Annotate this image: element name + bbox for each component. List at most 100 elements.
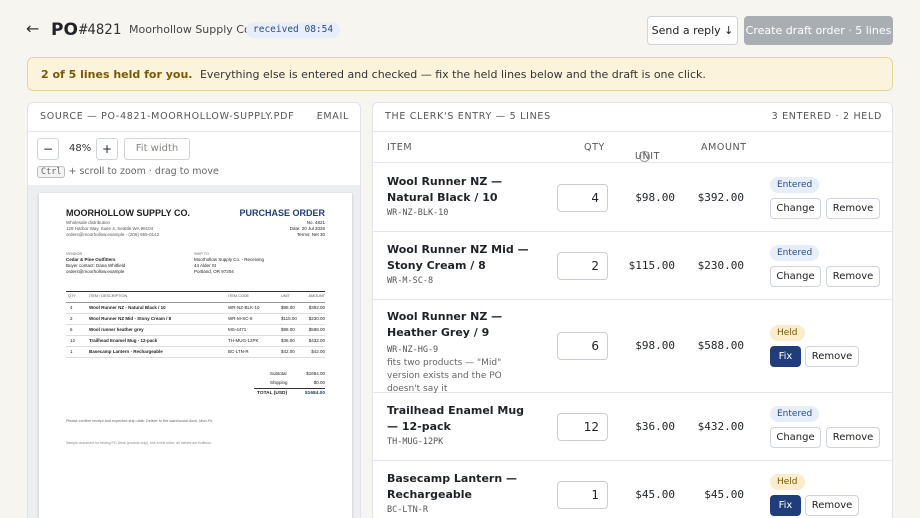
email-tab[interactable]: EMAIL	[317, 103, 349, 131]
pdf-line-item: Wool Runner NZ - Natural Black / 10	[89, 305, 166, 310]
change-button[interactable]: Change	[770, 427, 821, 448]
entry-row: Trailhead Enamel Mug — 12-pack TH-MUG-12P…	[373, 393, 892, 461]
pdf-col-amount: AMOUNT	[308, 294, 325, 298]
remove-button[interactable]: Remove	[805, 495, 859, 516]
remove-button[interactable]: Remove	[805, 346, 859, 367]
pdf-shipto-line: Moorhollow Supply Co. - Receiving	[194, 257, 265, 262]
fix-button[interactable]: Fix	[770, 495, 801, 516]
item-name: Wool Runner NZ — Heather Grey / 9	[387, 310, 503, 339]
source-header: SOURCE — PO-4821-MOORHOLLOW-SUPPLY.PDF E…	[28, 103, 360, 132]
vendor-name: Moorhollow Supply Co.	[129, 23, 255, 36]
source-title: SOURCE — PO-4821-MOORHOLLOW-SUPPLY.PDF	[40, 111, 295, 122]
line-amount: $588.00	[697, 339, 744, 352]
quantity-input[interactable]: 4	[557, 184, 608, 212]
status-badge: Entered	[770, 177, 820, 193]
pdf-po-no: No. 4821	[306, 220, 325, 225]
pdf-line-code: BC-LTN-R	[228, 349, 249, 354]
quantity-input[interactable]: 2	[557, 252, 608, 280]
zoom-hint-text: + scroll to zoom · drag to move	[68, 166, 219, 177]
pdf-rule	[66, 302, 325, 303]
col-item: ITEM	[387, 142, 413, 153]
pdf-total: $1684.00	[304, 391, 325, 396]
pdf-line-item: Basecamp Lantern - Rechargeable	[89, 349, 163, 354]
entry-row: Wool Runner NZ — Natural Black / 10 WR-NZ…	[373, 164, 892, 232]
line-amount: $432.00	[697, 420, 744, 433]
remove-button[interactable]: Remove	[826, 266, 880, 287]
entry-title: THE CLERK'S ENTRY — 5 LINES	[385, 111, 551, 122]
status-badge: Entered	[770, 406, 820, 422]
entry-header: THE CLERK'S ENTRY — 5 LINES 3 ENTERED · …	[373, 103, 892, 132]
send-reply-button[interactable]: Send a reply ↓	[647, 16, 738, 45]
pdf-line-rule	[66, 346, 325, 347]
col-qty: QTY	[584, 142, 605, 153]
pdf-shipto-line: 44 Alder St	[194, 263, 217, 268]
zoom-out-button[interactable]: −	[37, 138, 59, 160]
po-label: PO	[51, 20, 78, 40]
pdf-line-rule	[66, 324, 325, 325]
entry-row: Basecamp Lantern — Rechargeable BC-LTN-R 1…	[373, 461, 892, 518]
pdf-shipping: $0.00	[313, 380, 325, 385]
item-note: fits two products — "Mid" version exists…	[387, 358, 502, 394]
help-icon[interactable]: ?	[639, 151, 650, 162]
entry-row: Wool Runner NZ Mid — Stony Cream / 8 WR-M…	[373, 232, 892, 300]
pdf-line-unit: $98.00	[281, 305, 295, 310]
status-badge: Entered	[770, 245, 820, 261]
line-amount: $230.00	[697, 259, 744, 272]
remove-button[interactable]: Remove	[826, 198, 880, 219]
pdf-line-qty: 1	[70, 349, 73, 354]
pdf-line-item: Trailhead Enamel Mug - 12-pack	[89, 338, 158, 343]
pdf-line-unit: $98.00	[281, 327, 295, 332]
fix-button[interactable]: Fix	[770, 346, 801, 367]
entry-summary: 3 ENTERED · 2 HELD	[771, 111, 882, 122]
pdf-subtotal: $1684.00	[306, 371, 325, 376]
change-button[interactable]: Change	[770, 198, 821, 219]
back-arrow-icon[interactable]: ←	[26, 19, 39, 38]
pdf-line-rule	[66, 335, 325, 336]
item-name: Wool Runner NZ — Natural Black / 10	[387, 175, 503, 204]
zoom-in-button[interactable]: +	[96, 138, 118, 160]
entry-column-headers: ITEM QTY UNIT? AMOUNT	[373, 133, 892, 163]
pdf-line-code: WR-M-SC-8	[228, 316, 253, 321]
zoom-level: 48%	[69, 143, 92, 154]
pdf-vendor-line: orders@moorhollow.example	[66, 269, 125, 274]
quantity-input[interactable]: 12	[557, 413, 608, 441]
col-amount: AMOUNT	[701, 142, 747, 153]
pdf-line-code: MS-4471	[228, 327, 247, 332]
pdf-col-qty: QTY	[68, 294, 76, 298]
entry-row: Wool Runner NZ — Heather Grey / 9 WR-NZ-H…	[373, 300, 892, 394]
pdf-page: MOORHOLLOW SUPPLY CO. Wholesale distribu…	[39, 193, 352, 518]
pdf-line-amount: $230.00	[308, 316, 325, 321]
pdf-doc-title: PURCHASE ORDER	[239, 208, 325, 218]
item-name: Basecamp Lantern — Rechargeable	[387, 472, 517, 501]
banner-text: Everything else is entered and checked —…	[199, 68, 706, 81]
pdf-vendor-line: Buyer contact: Dana Whitfield	[66, 263, 126, 268]
fit-width-button[interactable]: Fit width	[124, 138, 190, 160]
page-header: ← PO #4821 Moorhollow Supply Co. receive…	[0, 0, 920, 60]
quantity-input[interactable]: 1	[557, 481, 608, 509]
pdf-vendor-line: Cedar & Pine Outfitters	[66, 257, 116, 262]
pdf-line-qty: 2	[70, 316, 73, 321]
item-name: Wool Runner NZ Mid — Stony Cream / 8	[387, 243, 529, 272]
zoom-hint: Ctrl + scroll to zoom · drag to move	[37, 166, 219, 178]
pdf-line-amount: $588.00	[308, 327, 325, 332]
pdf-line-code: TH-MUG-12PK	[228, 338, 259, 343]
pdf-col-unit: UNIT	[281, 294, 290, 298]
unit-price: $36.00	[635, 420, 675, 433]
clerk-entry-panel: THE CLERK'S ENTRY — 5 LINES 3 ENTERED · …	[372, 102, 893, 518]
pdf-line-rule	[66, 313, 325, 314]
quantity-input[interactable]: 6	[557, 332, 608, 360]
pdf-footer: Sample document for testing PO-Desk (pro…	[66, 441, 212, 445]
change-button[interactable]: Change	[770, 266, 821, 287]
pdf-line-item: Wool runner heather grey	[89, 327, 144, 332]
source-panel: SOURCE — PO-4821-MOORHOLLOW-SUPPLY.PDF E…	[27, 102, 361, 518]
po-number: #4821	[79, 22, 122, 38]
held-lines-banner: 2 of 5 lines held for you. Everything el…	[27, 57, 893, 91]
remove-button[interactable]: Remove	[826, 427, 880, 448]
pdf-line-unit: $42.00	[281, 349, 295, 354]
pdf-line-qty: 6	[70, 327, 73, 332]
pdf-col-item: ITEM / DESCRIPTION	[89, 294, 128, 298]
create-draft-order-button[interactable]: Create draft order · 5 lines	[744, 16, 893, 45]
pdf-line-unit: $36.00	[281, 338, 295, 343]
pdf-terms: Terms: Net 30	[296, 232, 325, 237]
pdf-viewer[interactable]: MOORHOLLOW SUPPLY CO. Wholesale distribu…	[28, 185, 360, 518]
